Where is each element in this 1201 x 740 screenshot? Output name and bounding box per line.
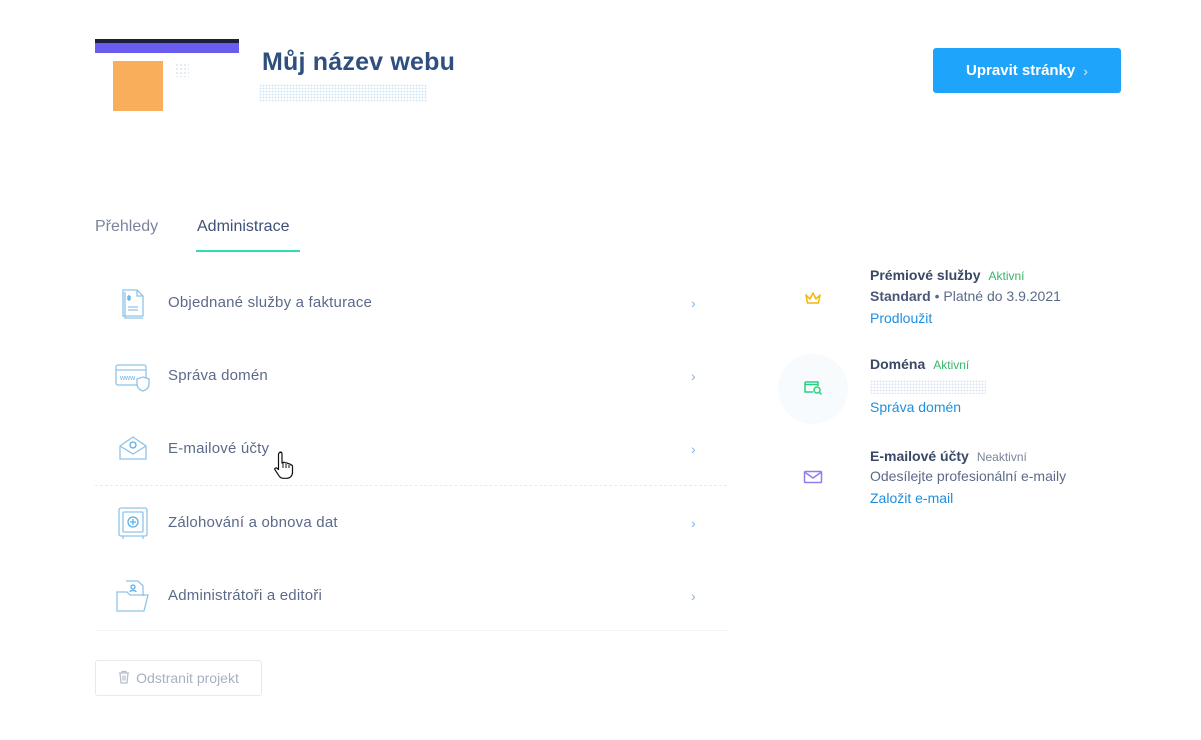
admin-item-admins[interactable]: Administrátoři a editoři › [95, 559, 727, 632]
domain-status-badge: Aktivní [933, 358, 970, 372]
hand-cursor-icon [273, 450, 297, 480]
admin-item-billing[interactable]: Objednané služby a fakturace › [95, 266, 727, 339]
premium-title: Prémiové služby Aktivní [870, 267, 1025, 283]
site-thumbnail [95, 39, 239, 111]
chevron-right-icon: › [691, 294, 696, 311]
create-email-link[interactable]: Založit e-mail [870, 490, 953, 506]
envelope-icon [803, 470, 823, 489]
list-bottom-divider [95, 630, 727, 631]
crown-icon [804, 291, 822, 310]
chevron-right-icon: › [691, 367, 696, 384]
domain-icon-bubble [778, 354, 848, 424]
edit-pages-label: Upravit stránky [966, 62, 1076, 79]
email-envelope-icon [113, 429, 153, 469]
premium-status-badge: Aktivní [988, 269, 1025, 283]
admin-item-email[interactable]: E-mailové účty › [95, 412, 727, 485]
active-tab-underline [196, 250, 300, 252]
domain-title-text: Doména [870, 356, 926, 372]
manage-domains-link[interactable]: Správa domén [870, 399, 961, 415]
premium-plan: Standard [870, 288, 931, 304]
email-description: Odesílejte profesionální e-maily [870, 468, 1067, 484]
email-accounts-card: E-mailové účty Neaktivní Odesílejte profe… [778, 444, 1108, 514]
premium-plan-line: Standard • Platné do 3.9.2021 [870, 288, 1061, 304]
site-url-blurred [259, 84, 427, 102]
invoice-icon [113, 283, 153, 323]
premium-services-card: Prémiové služby Aktivní Standard • Platné… [778, 265, 1108, 335]
trash-icon [118, 670, 130, 687]
email-status-badge: Neaktivní [976, 450, 1027, 464]
thumbnail-image [113, 61, 163, 111]
admin-item-backup[interactable]: Zálohování a obnova dat › [95, 486, 727, 559]
premium-separator: • [934, 288, 940, 304]
admin-item-label: E-mailové účty [168, 440, 270, 457]
admin-item-label: Zálohování a obnova dat [168, 514, 338, 531]
admin-item-label: Objednané služby a fakturace [168, 294, 373, 311]
thumbnail-header-bar [95, 39, 239, 53]
thumbnail-dots [175, 63, 189, 77]
email-title: E-mailové účty Neaktivní [870, 448, 1027, 464]
domain-search-icon [803, 379, 823, 400]
extend-premium-link[interactable]: Prodloužit [870, 310, 932, 326]
chevron-right-icon: › [691, 514, 696, 531]
safe-icon [113, 503, 153, 543]
chevron-right-icon: › [1083, 62, 1088, 79]
crown-icon-bubble [778, 265, 848, 335]
site-title: Můj název webu [262, 48, 456, 76]
premium-valid-until: Platné do 3.9.2021 [943, 288, 1061, 304]
tab-overview[interactable]: Přehledy [95, 218, 158, 236]
admin-item-label: Správa domén [168, 367, 268, 384]
svg-text:www: www [119, 375, 136, 382]
domain-card: Doména Aktivní Správa domén [778, 354, 1108, 424]
folder-users-icon [113, 576, 153, 616]
admin-item-label: Administrátoři a editoři [168, 587, 323, 604]
edit-pages-button[interactable]: Upravit stránky › [933, 48, 1121, 93]
admin-list: Objednané služby a fakturace › www Správ… [95, 266, 727, 632]
premium-title-text: Prémiové služby [870, 267, 981, 283]
chevron-right-icon: › [691, 587, 696, 604]
remove-project-button[interactable]: Odstranit projekt [95, 660, 262, 696]
envelope-icon-bubble [778, 444, 848, 514]
domain-name-blurred [870, 380, 986, 394]
domain-shield-icon: www [113, 356, 153, 396]
remove-project-label: Odstranit projekt [136, 670, 239, 686]
tab-administration[interactable]: Administrace [197, 218, 289, 236]
domain-title: Doména Aktivní [870, 356, 969, 372]
chevron-right-icon: › [691, 440, 696, 457]
admin-item-domains[interactable]: www Správa domén › [95, 339, 727, 412]
email-title-text: E-mailové účty [870, 448, 969, 464]
